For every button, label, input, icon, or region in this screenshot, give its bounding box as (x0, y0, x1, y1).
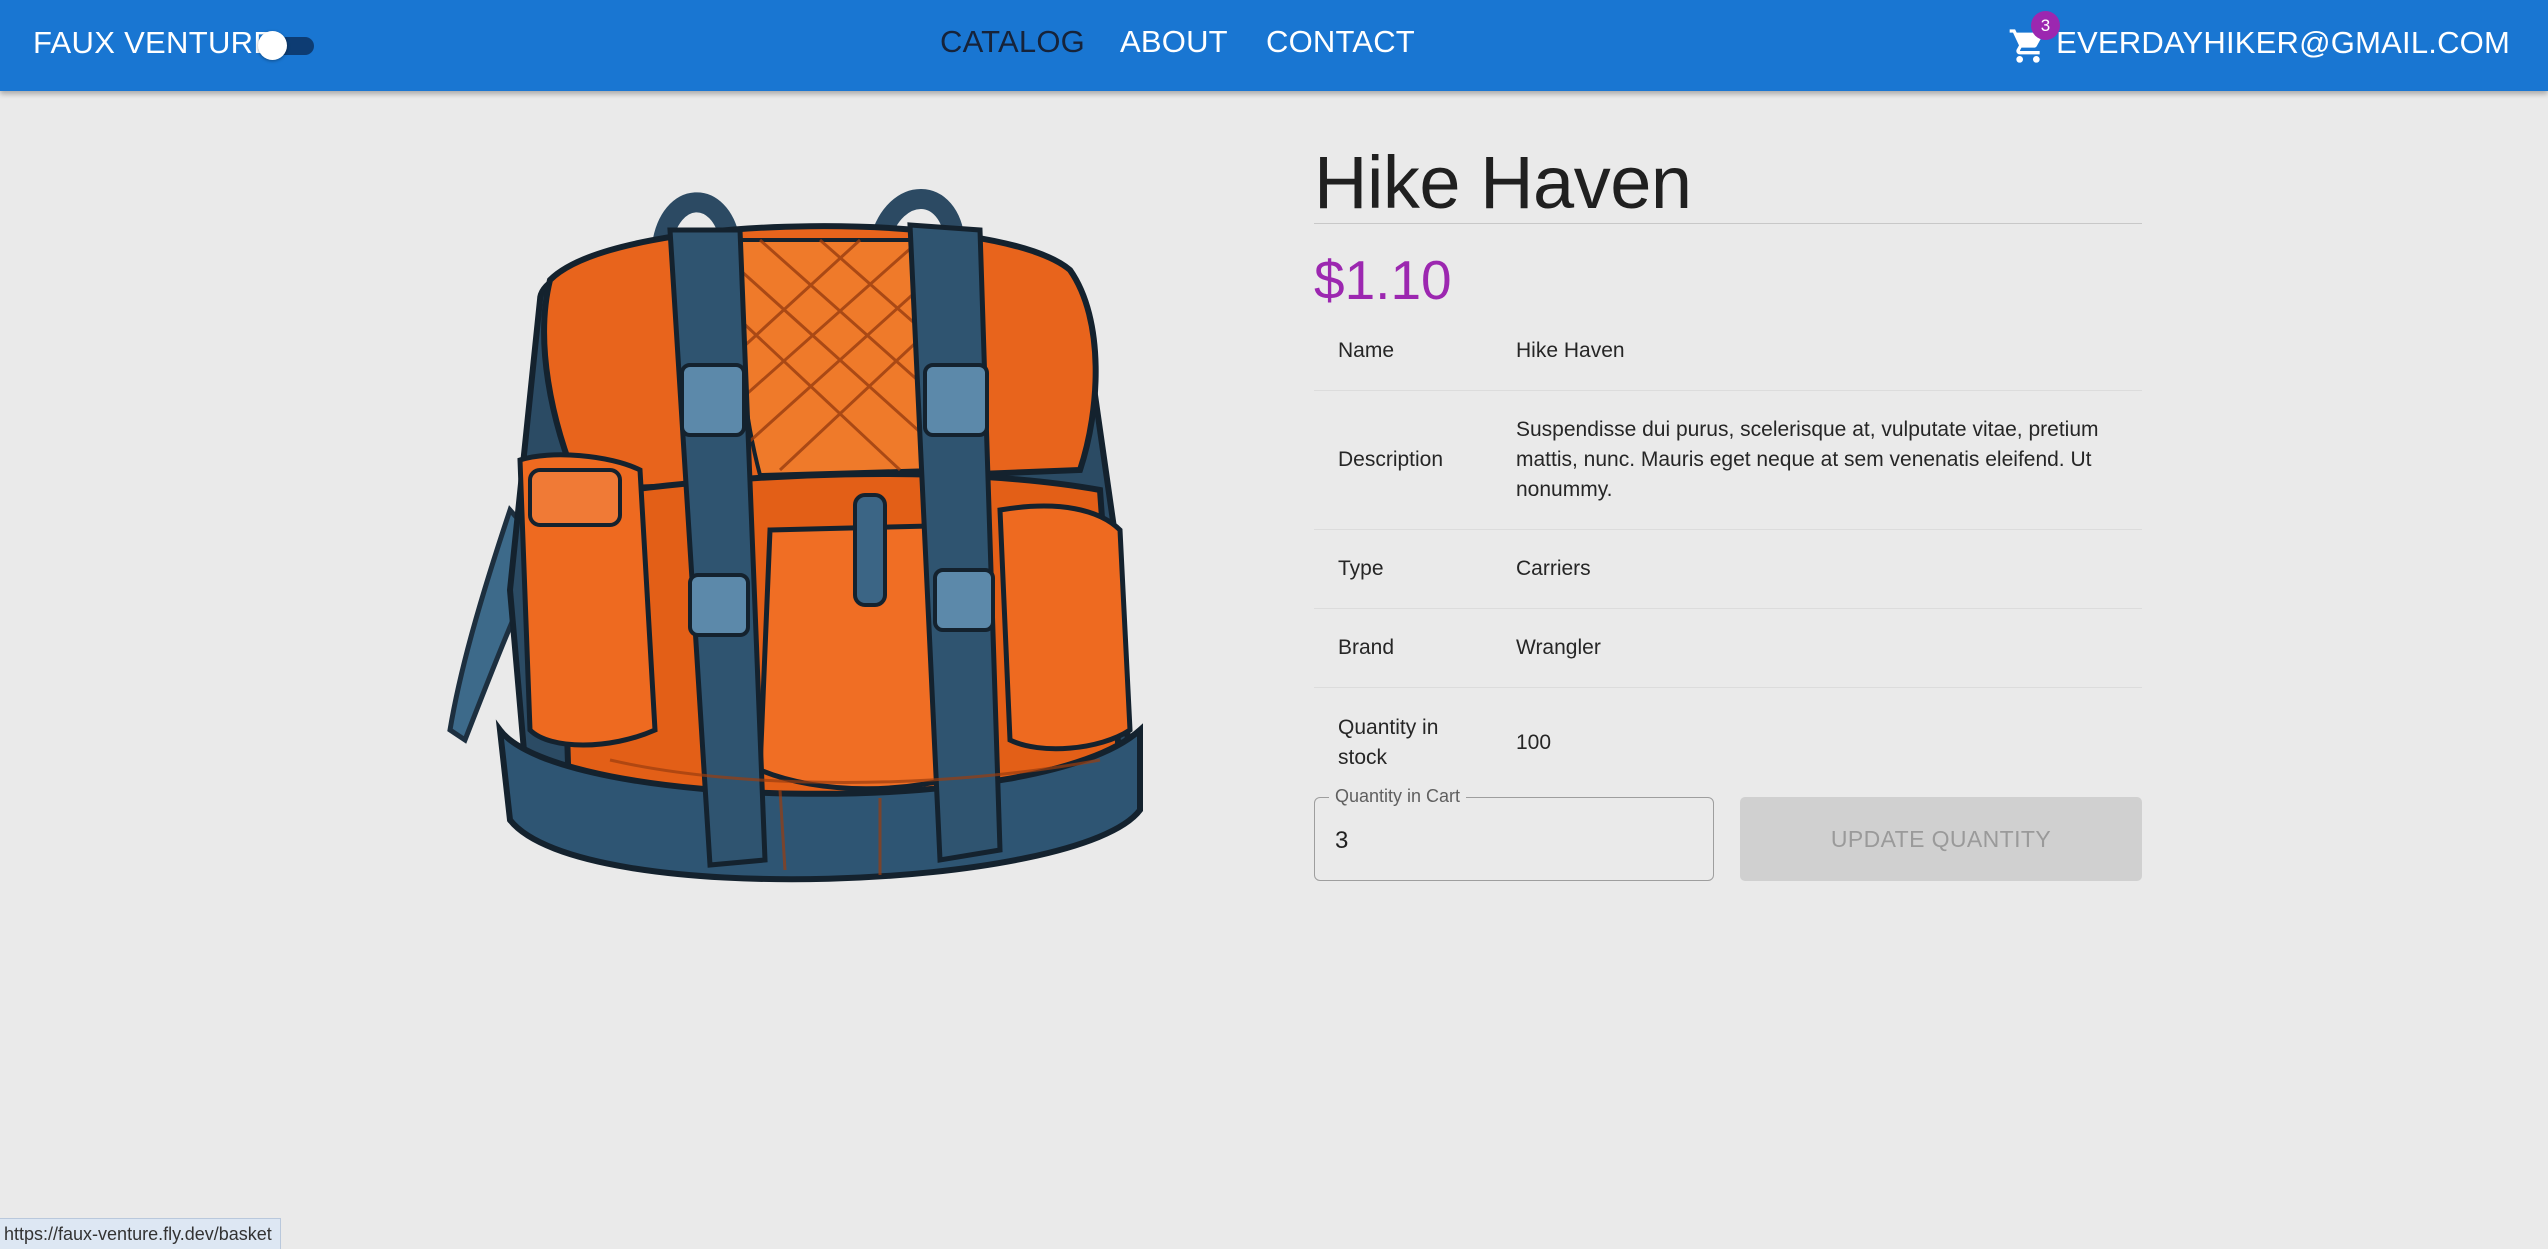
table-row: Quantity in stock 100 (1314, 688, 2142, 798)
backpack-illustration (447, 189, 1143, 883)
toggle-thumb (258, 31, 287, 60)
table-row: Description Suspendisse dui purus, scele… (1314, 390, 2142, 530)
spec-value: Carriers (1492, 529, 2142, 609)
product-specs-table: Name Hike Haven Description Suspendisse … (1314, 312, 2142, 797)
spec-key: Type (1314, 529, 1492, 609)
table-row: Brand Wrangler (1314, 608, 2142, 688)
spec-key: Description (1314, 390, 1492, 530)
quantity-field-label: Quantity in Cart (1329, 786, 1467, 807)
nav-catalog[interactable]: CATALOG (940, 24, 1085, 60)
status-bar-url: https://faux-venture.fly.dev/basket (0, 1218, 281, 1249)
quantity-in-cart-field[interactable]: Quantity in Cart (1314, 786, 1714, 881)
nav-contact[interactable]: CONTACT (1266, 24, 1415, 60)
theme-toggle[interactable] (258, 31, 316, 60)
table-row: Type Carriers (1314, 529, 2142, 609)
user-email[interactable]: EVERDAYHIKER@GMAIL.COM (2056, 25, 2510, 61)
product-price: $1.10 (1314, 249, 1452, 311)
spec-key: Quantity in stock (1338, 715, 1439, 769)
spec-key: Name (1314, 312, 1492, 391)
title-divider (1314, 223, 2142, 224)
app-bar: FAUX VENTURE CATALOG ABOUT CONTACT 3 EVE… (0, 0, 2548, 91)
brand-link[interactable]: FAUX VENTURE (33, 25, 274, 61)
product-image (440, 170, 1200, 940)
spec-key: Brand (1314, 608, 1492, 688)
spec-value: Hike Haven (1492, 312, 2142, 391)
spec-value: 100 (1516, 730, 1552, 754)
update-quantity-button[interactable]: UPDATE QUANTITY (1740, 797, 2142, 881)
table-row: Name Hike Haven (1314, 312, 2142, 391)
spec-value: Suspendisse dui purus, scelerisque at, v… (1492, 390, 2142, 530)
nav-about[interactable]: ABOUT (1120, 24, 1228, 60)
quantity-input[interactable] (1335, 824, 1695, 858)
product-title: Hike Haven (1314, 141, 1692, 224)
spec-value: Wrangler (1492, 608, 2142, 688)
